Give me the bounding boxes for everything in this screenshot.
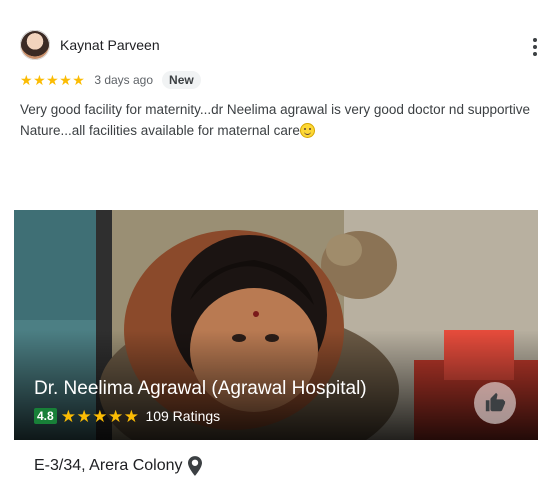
star-icon: ★ [92, 406, 108, 426]
review-rating-row: ★ ★ ★ ★ ★ 3 days ago New [20, 70, 201, 90]
reviewer-name[interactable]: Kaynat Parveen [60, 37, 160, 53]
thumb-up-button[interactable] [474, 382, 516, 424]
place-photo-card[interactable]: Dr. Neelima Agrawal (Agrawal Hospital) 4… [14, 210, 538, 440]
ratings-count[interactable]: 109 Ratings [145, 408, 220, 424]
star-icon: ★ [107, 406, 124, 426]
star-icon: ★ [59, 72, 72, 88]
star-icon: ★ [123, 406, 139, 426]
review-time: 3 days ago [94, 73, 154, 87]
star-icon: ★ [72, 72, 85, 88]
star-icon: ★ [76, 406, 92, 426]
review-header: Kaynat Parveen [20, 30, 540, 62]
review-body: Very good facility for maternity...dr Ne… [20, 102, 530, 138]
star-icon: ★ [20, 72, 33, 88]
place-name[interactable]: Dr. Neelima Agrawal (Agrawal Hospital) [34, 378, 367, 400]
smiling-face-emoji-icon [299, 123, 315, 138]
review-text: Very good facility for maternity...dr Ne… [20, 99, 530, 141]
address-row[interactable]: E-3/34, Arera Colony [34, 456, 202, 476]
reviewer-avatar[interactable] [20, 30, 50, 60]
star-icon: ★ [33, 72, 46, 88]
place-rating-row: 4.8 ★ ★ ★ ★ ★ 109 Ratings [34, 407, 220, 425]
review-stars: ★ ★ ★ ★ ★ [20, 73, 85, 87]
new-badge: New [162, 71, 201, 89]
star-icon: ★ [60, 406, 76, 426]
more-options-icon[interactable] [530, 38, 540, 56]
place-stars: ★ ★ ★ ★ ★ [61, 408, 140, 425]
rating-score-badge: 4.8 [34, 408, 57, 424]
place-address[interactable]: E-3/34, Arera Colony [34, 457, 183, 475]
location-pin-icon[interactable] [187, 456, 202, 476]
star-icon: ★ [46, 72, 59, 88]
thumb-up-icon [485, 392, 506, 412]
